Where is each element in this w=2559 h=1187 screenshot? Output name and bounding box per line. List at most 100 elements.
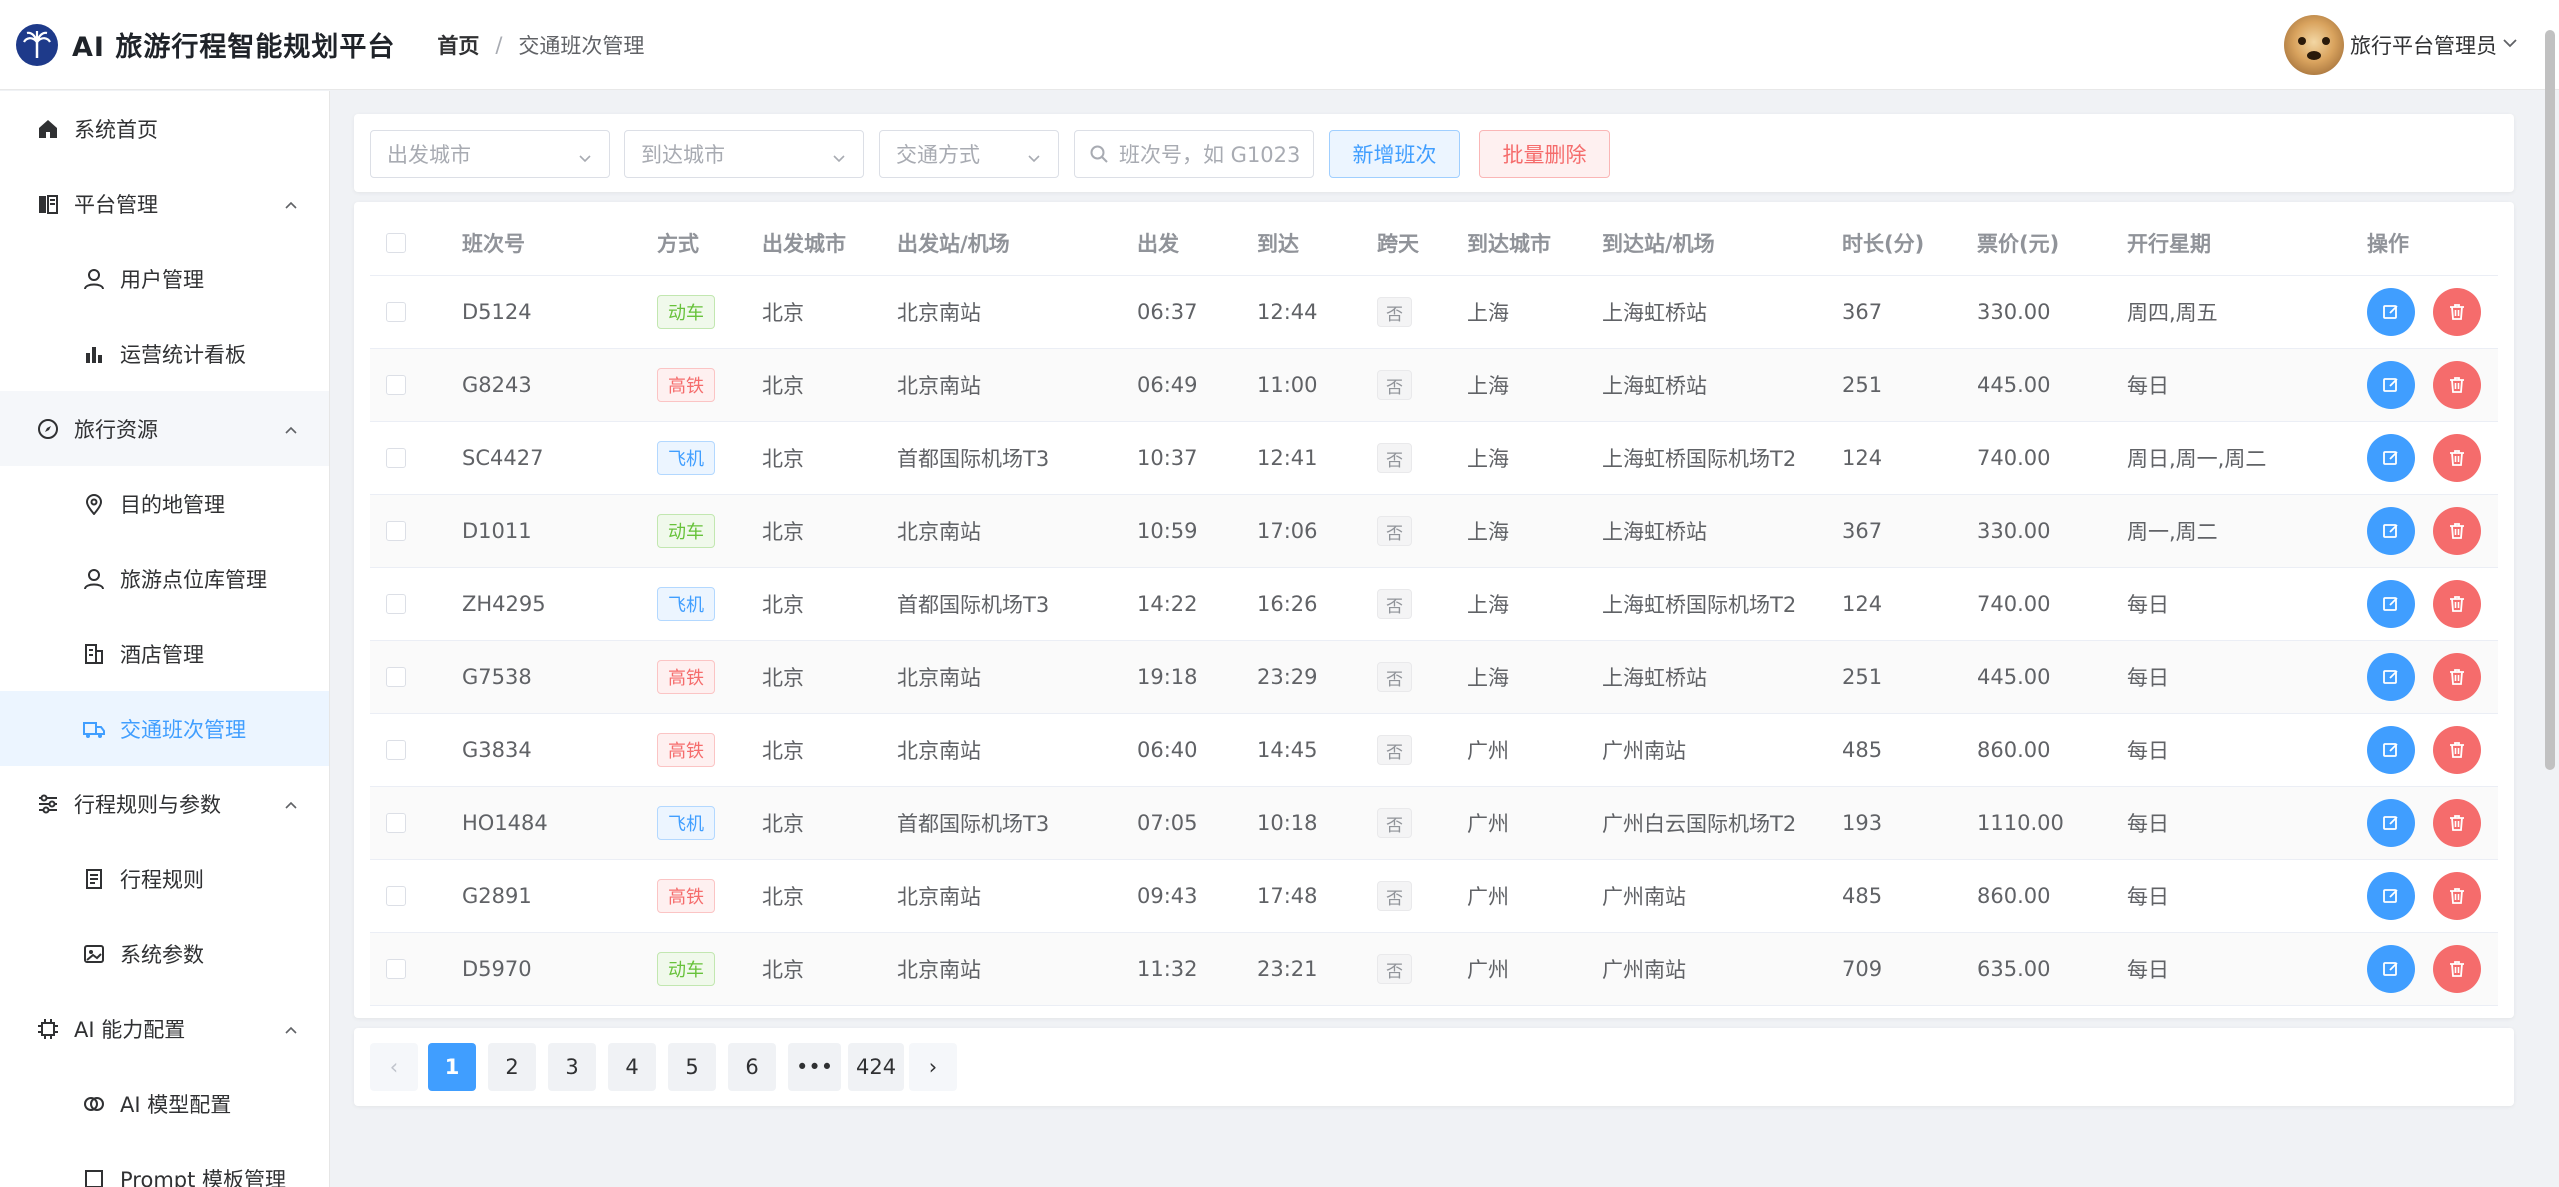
edit-icon[interactable] bbox=[2367, 434, 2415, 482]
row-checkbox[interactable] bbox=[386, 641, 406, 713]
trash-icon[interactable] bbox=[2433, 507, 2481, 555]
trash-icon[interactable] bbox=[2433, 434, 2481, 482]
trash-icon[interactable] bbox=[2433, 653, 2481, 701]
page-button[interactable]: 1 bbox=[428, 1043, 476, 1091]
cell-from-city: 北京 bbox=[762, 812, 804, 836]
mode-cell: 飞机 bbox=[657, 422, 715, 494]
cell-arr: 17:48 bbox=[1257, 884, 1318, 908]
cell-dep: 10:59 bbox=[1137, 519, 1198, 543]
avatar[interactable] bbox=[2284, 15, 2344, 75]
sidebar-item-users[interactable]: 用户管理 bbox=[0, 241, 329, 316]
mode-cell: 飞机 bbox=[657, 568, 715, 640]
sidebar-item-label: Prompt 模板管理 bbox=[120, 1167, 287, 1187]
select-all-checkbox[interactable] bbox=[386, 210, 406, 275]
breadcrumb: 首页 / 交通班次管理 bbox=[437, 30, 644, 60]
page-button[interactable]: 4 bbox=[608, 1043, 656, 1091]
trash-icon[interactable] bbox=[2433, 580, 2481, 628]
row-checkbox[interactable] bbox=[386, 495, 406, 567]
row-checkbox[interactable] bbox=[386, 787, 406, 859]
column-header: 出发站/机场 bbox=[897, 231, 1010, 256]
cell-duration: 124 bbox=[1842, 592, 1883, 616]
cell-price: 860.00 bbox=[1977, 884, 2051, 908]
table-row: ZH4295 飞机 北京 首都国际机场T3 14:22 16:26 否 上海 上海虹桥国际机场T… bbox=[370, 568, 2498, 641]
row-checkbox[interactable] bbox=[386, 349, 406, 421]
cell-to-city: 上海 bbox=[1467, 374, 1509, 398]
edit-icon[interactable] bbox=[2367, 361, 2415, 409]
batch-delete-button[interactable]: 批量删除 bbox=[1479, 130, 1610, 178]
trash-icon[interactable] bbox=[2433, 361, 2481, 409]
sidebar-item-destinations[interactable]: 目的地管理 bbox=[0, 466, 329, 541]
edit-icon[interactable] bbox=[2367, 288, 2415, 336]
pagination-ellipsis[interactable]: ••• bbox=[788, 1043, 842, 1091]
overnight-cell: 否 bbox=[1377, 933, 1412, 1005]
cell-from-city: 北京 bbox=[762, 301, 804, 325]
row-checkbox[interactable] bbox=[386, 422, 406, 494]
chevron-down-icon bbox=[1026, 147, 1042, 171]
sidebar-item-rules[interactable]: 行程规则 bbox=[0, 841, 329, 916]
cell-dep: 06:40 bbox=[1137, 738, 1198, 762]
cell-to-city: 上海 bbox=[1467, 593, 1509, 617]
user-menu[interactable]: 旅行平台管理员 bbox=[2284, 15, 2519, 75]
row-checkbox[interactable] bbox=[386, 933, 406, 1005]
trash-icon[interactable] bbox=[2433, 872, 2481, 920]
page-scrollbar[interactable] bbox=[2545, 30, 2555, 770]
arrival-city-select[interactable]: 到达城市 bbox=[624, 130, 864, 178]
trash-icon[interactable] bbox=[2433, 726, 2481, 774]
sidebar-item-home[interactable]: 系统首页 bbox=[0, 91, 329, 166]
prev-page-button[interactable]: ‹ bbox=[370, 1043, 418, 1091]
sidebar-item-label: 交通班次管理 bbox=[120, 717, 246, 742]
search-input[interactable]: 班次号，如 G1023 bbox=[1074, 130, 1314, 178]
column-header: 到达 bbox=[1257, 231, 1299, 256]
edit-icon[interactable] bbox=[2367, 726, 2415, 774]
page-button[interactable]: 2 bbox=[488, 1043, 536, 1091]
sidebar-item-hotels[interactable]: 酒店管理 bbox=[0, 616, 329, 691]
sidebar-group-platform[interactable]: 平台管理 bbox=[0, 166, 329, 241]
sidebar-item-transport[interactable]: 交通班次管理 bbox=[0, 691, 329, 766]
row-checkbox[interactable] bbox=[386, 568, 406, 640]
sidebar-group-ai[interactable]: AI 能力配置 bbox=[0, 991, 329, 1066]
cell-days: 每日 bbox=[2127, 885, 2169, 909]
cell-no: D5124 bbox=[462, 300, 532, 324]
next-page-button[interactable]: › bbox=[909, 1043, 957, 1091]
row-checkbox[interactable] bbox=[386, 860, 406, 932]
location-icon bbox=[82, 492, 106, 516]
edit-icon[interactable] bbox=[2367, 507, 2415, 555]
mode-cell: 动车 bbox=[657, 495, 715, 567]
sidebar-group-resources[interactable]: 旅行资源 bbox=[0, 391, 329, 466]
page-button[interactable]: 6 bbox=[728, 1043, 776, 1091]
trash-icon[interactable] bbox=[2433, 288, 2481, 336]
edit-icon[interactable] bbox=[2367, 945, 2415, 993]
page-button[interactable]: 5 bbox=[668, 1043, 716, 1091]
trash-icon[interactable] bbox=[2433, 945, 2481, 993]
sidebar-item-ai-model[interactable]: AI 模型配置 bbox=[0, 1066, 329, 1141]
trash-icon[interactable] bbox=[2433, 799, 2481, 847]
sidebar-group-itinerary[interactable]: 行程规则与参数 bbox=[0, 766, 329, 841]
departure-city-select[interactable]: 出发城市 bbox=[370, 130, 610, 178]
cell-to-city: 上海 bbox=[1467, 666, 1509, 690]
overnight-cell: 否 bbox=[1377, 276, 1412, 348]
edit-icon[interactable] bbox=[2367, 872, 2415, 920]
row-checkbox[interactable] bbox=[386, 276, 406, 348]
add-schedule-button[interactable]: 新增班次 bbox=[1329, 130, 1460, 178]
select-placeholder: 到达城市 bbox=[641, 143, 725, 167]
overnight-cell: 否 bbox=[1377, 787, 1412, 859]
chevron-down-icon[interactable] bbox=[2501, 34, 2519, 56]
edit-icon[interactable] bbox=[2367, 580, 2415, 628]
cell-to-station: 上海虹桥国际机场T2 bbox=[1602, 593, 1797, 617]
cell-price: 330.00 bbox=[1977, 300, 2051, 324]
row-checkbox[interactable] bbox=[386, 714, 406, 786]
sidebar-item-label: 酒店管理 bbox=[120, 642, 204, 667]
user-name[interactable]: 旅行平台管理员 bbox=[2350, 30, 2497, 60]
page-button[interactable]: 3 bbox=[548, 1043, 596, 1091]
chevron-down-icon bbox=[577, 147, 593, 171]
edit-icon[interactable] bbox=[2367, 799, 2415, 847]
cell-to-city: 广州 bbox=[1467, 739, 1509, 763]
sidebar-item-prompt[interactable]: Prompt 模板管理 bbox=[0, 1141, 329, 1187]
edit-icon[interactable] bbox=[2367, 653, 2415, 701]
sidebar-item-poi[interactable]: 旅游点位库管理 bbox=[0, 541, 329, 616]
sidebar-item-stats[interactable]: 运营统计看板 bbox=[0, 316, 329, 391]
transport-mode-select[interactable]: 交通方式 bbox=[879, 130, 1059, 178]
page-button[interactable]: 424 bbox=[848, 1043, 905, 1091]
breadcrumb-home[interactable]: 首页 bbox=[437, 30, 479, 60]
sidebar-item-params[interactable]: 系统参数 bbox=[0, 916, 329, 991]
